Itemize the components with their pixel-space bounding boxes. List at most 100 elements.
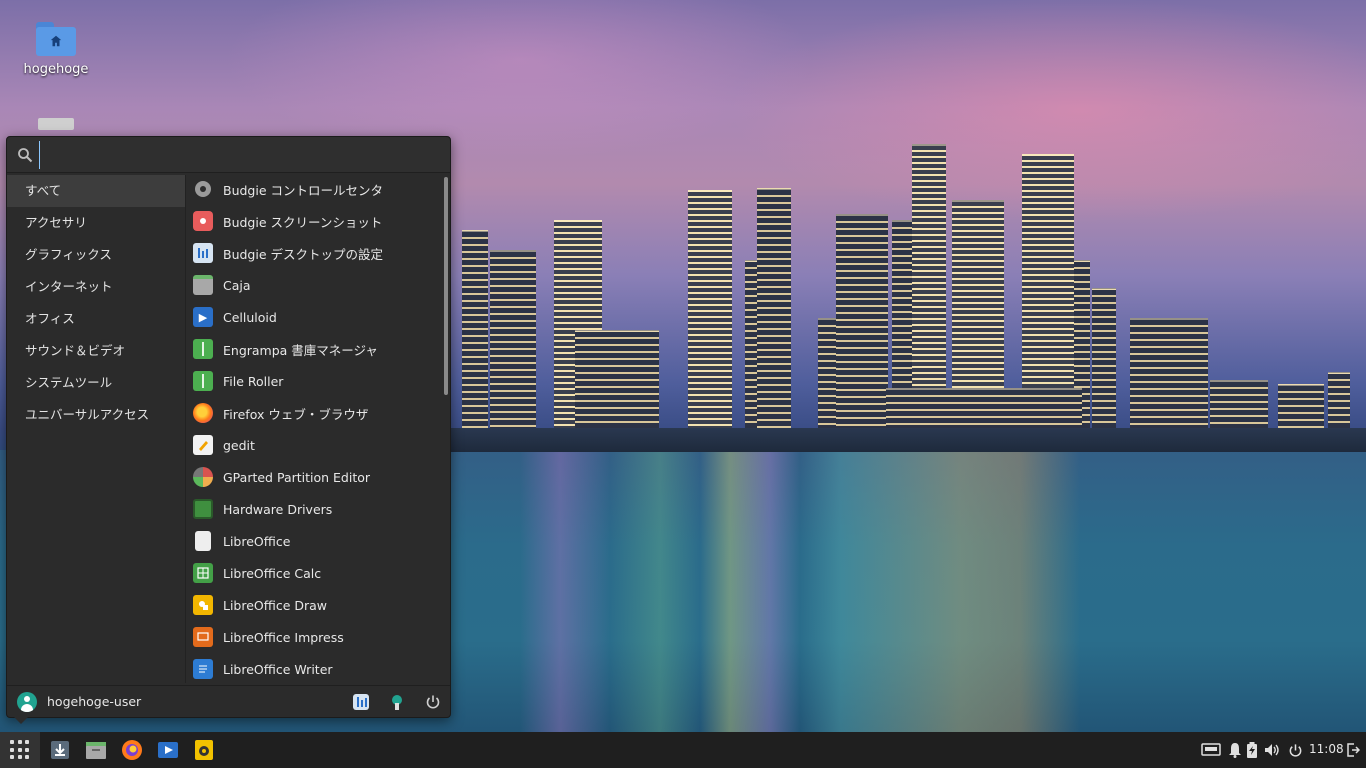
app-item-label: Budgie デスクトップの設定 — [223, 246, 384, 262]
speaker-app-icon — [195, 740, 213, 760]
user-avatar-icon[interactable] — [17, 692, 37, 712]
app-item-label: GParted Partition Editor — [223, 469, 371, 485]
lock-screen-icon — [392, 695, 402, 710]
taskbar-speaker-app[interactable] — [192, 738, 216, 762]
video-player-icon: ▶ — [193, 307, 213, 327]
power-button[interactable] — [423, 692, 443, 712]
bottom-panel: 11:08 — [0, 732, 1366, 768]
tray-power[interactable] — [1286, 741, 1304, 759]
category-list: すべて アクセサリ グラフィックス インターネット オフィス サウンド＆ビデオ … — [7, 175, 185, 431]
bell-icon — [1229, 743, 1241, 758]
app-menu: すべて アクセサリ グラフィックス インターネット オフィス サウンド＆ビデオ … — [6, 136, 451, 718]
app-item-celluloid[interactable]: ▶ Celluloid — [187, 301, 435, 333]
app-item-label: LibreOffice Impress — [223, 629, 344, 645]
video-player-icon — [158, 742, 178, 758]
app-item-libreoffice-calc[interactable]: LibreOffice Calc — [187, 557, 435, 589]
app-item-libreoffice[interactable]: LibreOffice — [187, 525, 435, 557]
menu-footer: hogehoge-user — [7, 685, 450, 717]
app-item-label: LibreOffice — [223, 533, 291, 549]
app-item-label: LibreOffice Draw — [223, 597, 328, 613]
tray-volume[interactable] — [1263, 741, 1281, 759]
app-item-gedit[interactable]: gedit — [187, 429, 435, 461]
category-system-tools[interactable]: システムツール — [7, 367, 185, 399]
spreadsheet-icon — [193, 563, 213, 583]
app-item-libreoffice-writer[interactable]: LibreOffice Writer — [187, 653, 435, 685]
text-editor-icon — [193, 435, 213, 455]
app-item-libreoffice-impress[interactable]: LibreOffice Impress — [187, 621, 435, 653]
draw-icon — [193, 595, 213, 615]
app-list-scrollbar[interactable] — [444, 177, 448, 395]
taskbar-download[interactable] — [48, 738, 72, 762]
category-all[interactable]: すべて — [7, 175, 185, 207]
logout-icon — [1347, 743, 1360, 757]
category-sound-video[interactable]: サウンド＆ビデオ — [7, 335, 185, 367]
pane-divider — [185, 175, 186, 683]
battery-charging-icon — [1247, 742, 1257, 758]
app-item-label: Budgie スクリーンショット — [223, 214, 383, 230]
desktop-icon-label: hogehoge — [23, 62, 89, 77]
desktop-icon-drive[interactable] — [11, 118, 101, 130]
app-item-libreoffice-draw[interactable]: LibreOffice Draw — [187, 589, 435, 621]
download-icon — [51, 741, 69, 759]
app-item-budgie-screenshot[interactable]: Budgie スクリーンショット — [187, 205, 435, 237]
app-item-hardware-drivers[interactable]: Hardware Drivers — [187, 493, 435, 525]
archive-icon — [193, 371, 213, 391]
wallpaper-building — [836, 214, 888, 450]
app-item-label: LibreOffice Calc — [223, 565, 322, 581]
taskbar-file-manager[interactable] — [84, 738, 108, 762]
desktop-settings-icon — [353, 694, 369, 710]
app-item-budgie-desktop-settings[interactable]: Budgie デスクトップの設定 — [187, 237, 435, 269]
category-internet[interactable]: インターネット — [7, 271, 185, 303]
app-item-gparted[interactable]: GParted Partition Editor — [187, 461, 435, 493]
category-accessories[interactable]: アクセサリ — [7, 207, 185, 239]
network-wired-icon — [1201, 743, 1221, 756]
wallpaper-building — [688, 190, 732, 450]
taskbar-video-player[interactable] — [156, 738, 180, 762]
wallpaper-building — [462, 230, 488, 450]
app-menu-button[interactable] — [0, 732, 40, 768]
app-item-budgie-control-center[interactable]: Budgie コントロールセンタ — [187, 173, 435, 205]
search-icon — [18, 148, 33, 163]
tray-notifications[interactable] — [1226, 741, 1244, 759]
category-graphics[interactable]: グラフィックス — [7, 239, 185, 271]
menu-pointer — [14, 717, 28, 724]
app-item-label: File Roller — [223, 373, 284, 389]
category-universal-access[interactable]: ユニバーサルアクセス — [7, 399, 185, 431]
archive-icon — [193, 339, 213, 359]
drive-icon — [38, 118, 74, 130]
firefox-icon — [122, 740, 142, 760]
app-item-label: Celluloid — [223, 309, 277, 325]
tray-logout[interactable] — [1344, 741, 1362, 759]
app-item-label: LibreOffice Writer — [223, 661, 333, 677]
presentation-icon — [193, 627, 213, 647]
desktop-icon-home[interactable]: hogehoge — [11, 20, 101, 77]
app-item-firefox[interactable]: Firefox ウェブ・ブラウザ — [187, 397, 435, 429]
gear-icon — [193, 179, 213, 199]
app-item-file-roller[interactable]: File Roller — [187, 365, 435, 397]
user-name[interactable]: hogehoge-user — [47, 694, 141, 709]
category-office[interactable]: オフィス — [7, 303, 185, 335]
app-item-label: Hardware Drivers — [223, 501, 333, 517]
chip-icon — [193, 499, 213, 519]
search-bar — [7, 137, 450, 173]
lock-button[interactable] — [387, 692, 407, 712]
writer-icon — [193, 659, 213, 679]
tray-battery[interactable] — [1243, 741, 1261, 759]
search-input[interactable] — [39, 141, 439, 169]
tray-network[interactable] — [1200, 741, 1222, 759]
wallpaper-building — [757, 188, 791, 450]
settings-button[interactable] — [351, 692, 371, 712]
app-item-engrampa[interactable]: Engrampa 書庫マネージャ — [187, 333, 435, 365]
app-grid-icon — [10, 740, 30, 760]
power-icon — [1289, 743, 1301, 757]
app-item-caja[interactable]: Caja — [187, 269, 435, 301]
panel-clock[interactable]: 11:08 — [1309, 742, 1344, 756]
power-icon — [426, 695, 440, 709]
volume-icon — [1265, 744, 1279, 756]
camera-icon — [193, 211, 213, 231]
file-manager-icon — [86, 742, 106, 759]
desktop-settings-icon — [193, 243, 213, 263]
taskbar-firefox[interactable] — [120, 738, 144, 762]
app-list: Budgie コントロールセンタ Budgie スクリーンショット Budgie… — [187, 173, 435, 685]
wallpaper-building — [1092, 288, 1116, 450]
